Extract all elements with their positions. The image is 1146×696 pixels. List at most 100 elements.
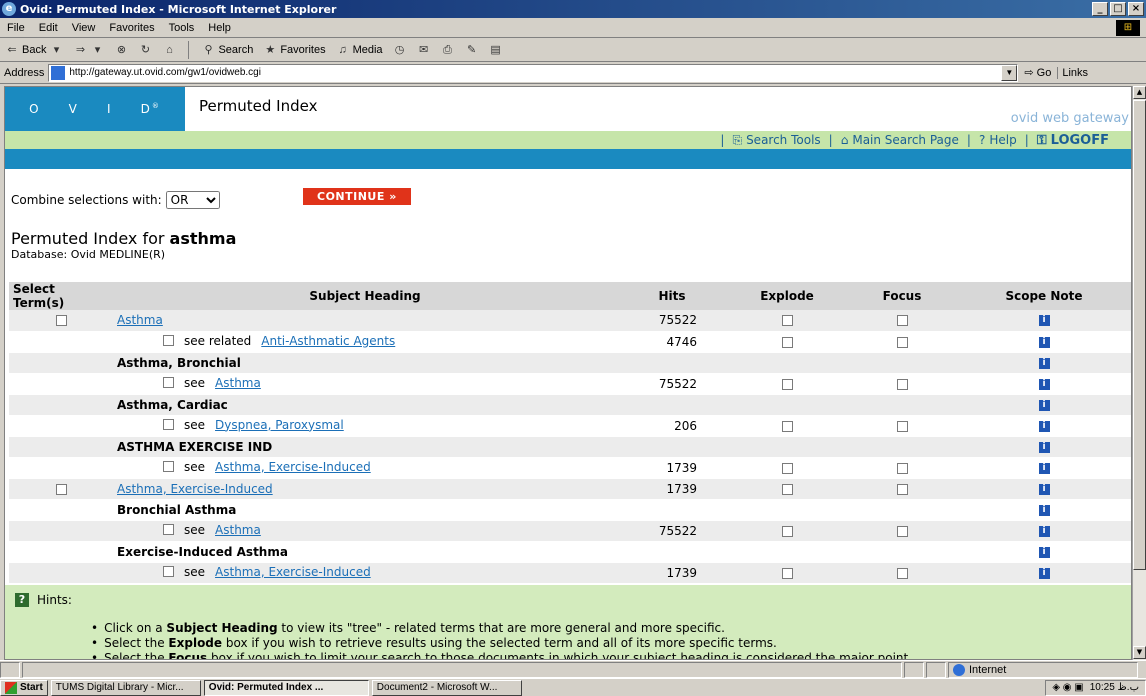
mail-button[interactable]: ✉ (412, 43, 436, 57)
table-row: ASTHMA EXERCISE IND i (9, 436, 1131, 458)
continue-button[interactable]: CONTINUE » (303, 188, 411, 205)
focus-checkbox[interactable] (896, 315, 908, 327)
start-button[interactable]: Start (0, 679, 48, 696)
taskbar-item[interactable]: TUMS Digital Library - Micr... (50, 679, 201, 696)
subject-heading-link[interactable]: Asthma, Exercise-Induced (215, 460, 371, 474)
forward-button[interactable]: ⇒ ▾ (68, 43, 109, 57)
subject-heading-link[interactable]: Anti-Asthmatic Agents (261, 334, 395, 348)
hits-cell: 1739 (617, 478, 727, 500)
explode-checkbox[interactable] (781, 378, 793, 390)
subject-cell: Asthma, Exercise-Induced (113, 478, 617, 500)
info-icon[interactable]: i (1038, 546, 1050, 558)
zone-label: Internet (969, 663, 1007, 676)
scroll-thumb[interactable] (1133, 100, 1146, 570)
back-button[interactable]: ⇐ Back ▾ (0, 43, 68, 57)
explode-checkbox[interactable] (781, 567, 793, 579)
home-button[interactable]: ⌂ (157, 43, 181, 57)
address-dropdown-icon[interactable]: ▼ (1001, 64, 1018, 81)
close-button[interactable]: × (1128, 2, 1144, 16)
subject-heading-link[interactable]: Asthma (215, 376, 261, 390)
select-checkbox[interactable] (163, 335, 174, 347)
explode-checkbox[interactable] (781, 420, 793, 432)
stop-button[interactable]: ⊗ (109, 43, 133, 57)
main-search-link[interactable]: ⌂ Main Search Page (841, 133, 959, 147)
info-icon[interactable]: i (1038, 420, 1050, 432)
menu-file[interactable]: File (0, 22, 32, 34)
combine-select[interactable]: OR (165, 191, 220, 209)
select-checkbox[interactable] (163, 566, 174, 578)
links-button[interactable]: Links (1057, 66, 1092, 79)
scope-cell: i (957, 436, 1131, 458)
subject-heading-link[interactable]: Asthma (215, 523, 261, 537)
select-checkbox[interactable] (163, 524, 174, 536)
explode-checkbox[interactable] (781, 336, 793, 348)
help-link[interactable]: ? Help (979, 133, 1017, 147)
refresh-button[interactable]: ↻ (133, 43, 157, 57)
focus-checkbox[interactable] (896, 336, 908, 348)
address-input[interactable]: http://gateway.ut.ovid.com/gw1/ovidweb.c… (48, 63, 1019, 82)
menu-favorites[interactable]: Favorites (102, 22, 161, 34)
focus-checkbox[interactable] (896, 483, 908, 495)
hint-text: Select the (104, 636, 169, 650)
logoff-link[interactable]: ⚿ LOGOFF (1037, 133, 1109, 148)
explode-checkbox[interactable] (781, 525, 793, 537)
page-icon (51, 65, 66, 80)
select-checkbox[interactable] (163, 419, 174, 431)
status-slot (904, 661, 924, 678)
scroll-up-icon[interactable]: ▲ (1133, 86, 1146, 99)
info-icon[interactable]: i (1038, 336, 1050, 348)
vertical-scrollbar[interactable]: ▲ ▼ (1132, 86, 1146, 660)
explode-checkbox[interactable] (781, 462, 793, 474)
subject-heading-link[interactable]: Asthma, Exercise-Induced (117, 482, 273, 496)
focus-cell (847, 436, 957, 458)
maximize-button[interactable]: □ (1110, 2, 1126, 16)
menu-edit[interactable]: Edit (32, 22, 65, 34)
search-tools-link[interactable]: ⎘ Search Tools (732, 133, 820, 148)
subject-heading-link[interactable]: Asthma, Exercise-Induced (215, 565, 371, 579)
history-button[interactable]: ◷ (388, 43, 412, 57)
edit-button[interactable]: ✎ (460, 43, 484, 57)
print-button[interactable]: ⎙ (436, 43, 460, 57)
info-icon[interactable]: i (1038, 462, 1050, 474)
minimize-button[interactable]: _ (1092, 2, 1108, 16)
info-icon[interactable]: i (1038, 525, 1050, 537)
table-row: see Asthma 75522 i (9, 373, 1131, 395)
info-icon[interactable]: i (1038, 399, 1050, 411)
select-checkbox[interactable] (163, 461, 174, 473)
focus-checkbox[interactable] (896, 462, 908, 474)
subject-heading-link[interactable]: Dyspnea, Paroxysmal (215, 418, 344, 432)
discuss-button[interactable]: ▤ (484, 43, 508, 57)
taskbar-item[interactable]: Document2 - Microsoft W... (371, 679, 522, 696)
menu-view[interactable]: View (65, 22, 103, 34)
info-icon[interactable]: i (1038, 378, 1050, 390)
select-checkbox[interactable] (163, 377, 174, 389)
info-icon[interactable]: i (1038, 357, 1050, 369)
go-button[interactable]: ⇨ Go (1018, 66, 1057, 79)
hits-cell (617, 541, 727, 563)
select-checkbox[interactable] (55, 315, 67, 327)
focus-checkbox[interactable] (896, 420, 908, 432)
info-icon[interactable]: i (1038, 567, 1050, 579)
search-button[interactable]: ⚲ Search (196, 43, 258, 57)
info-icon[interactable]: i (1038, 504, 1050, 516)
menu-tools[interactable]: Tools (162, 22, 202, 34)
taskbar-item-active[interactable]: Ovid: Permuted Index ... (203, 679, 369, 696)
ovid-logo[interactable]: O V I D® (5, 87, 185, 131)
focus-checkbox[interactable] (896, 525, 908, 537)
explode-checkbox[interactable] (781, 315, 793, 327)
info-icon[interactable]: i (1038, 483, 1050, 495)
favorites-button[interactable]: ★ Favorites (258, 43, 330, 57)
focus-checkbox[interactable] (896, 567, 908, 579)
scope-cell: i (957, 541, 1131, 563)
menu-help[interactable]: Help (201, 22, 238, 34)
scope-cell: i (957, 310, 1131, 332)
media-button[interactable]: ♫ Media (331, 43, 388, 57)
scroll-down-icon[interactable]: ▼ (1133, 646, 1146, 659)
info-icon[interactable]: i (1038, 441, 1050, 453)
focus-checkbox[interactable] (896, 378, 908, 390)
info-icon[interactable]: i (1038, 315, 1050, 327)
select-checkbox[interactable] (55, 483, 67, 495)
explode-checkbox[interactable] (781, 483, 793, 495)
header-blue-strip (5, 149, 1131, 169)
subject-heading-link[interactable]: Asthma (117, 313, 163, 327)
